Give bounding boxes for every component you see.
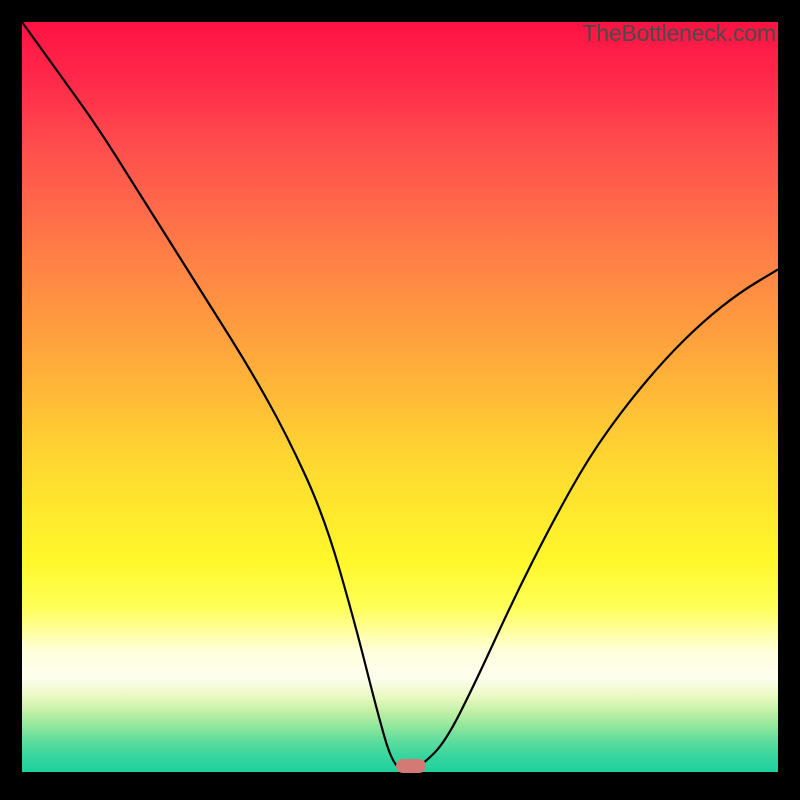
curve-path	[22, 22, 778, 770]
bottleneck-curve	[22, 22, 778, 772]
chart-frame: TheBottleneck.com	[0, 0, 800, 800]
optimal-marker	[396, 759, 426, 773]
